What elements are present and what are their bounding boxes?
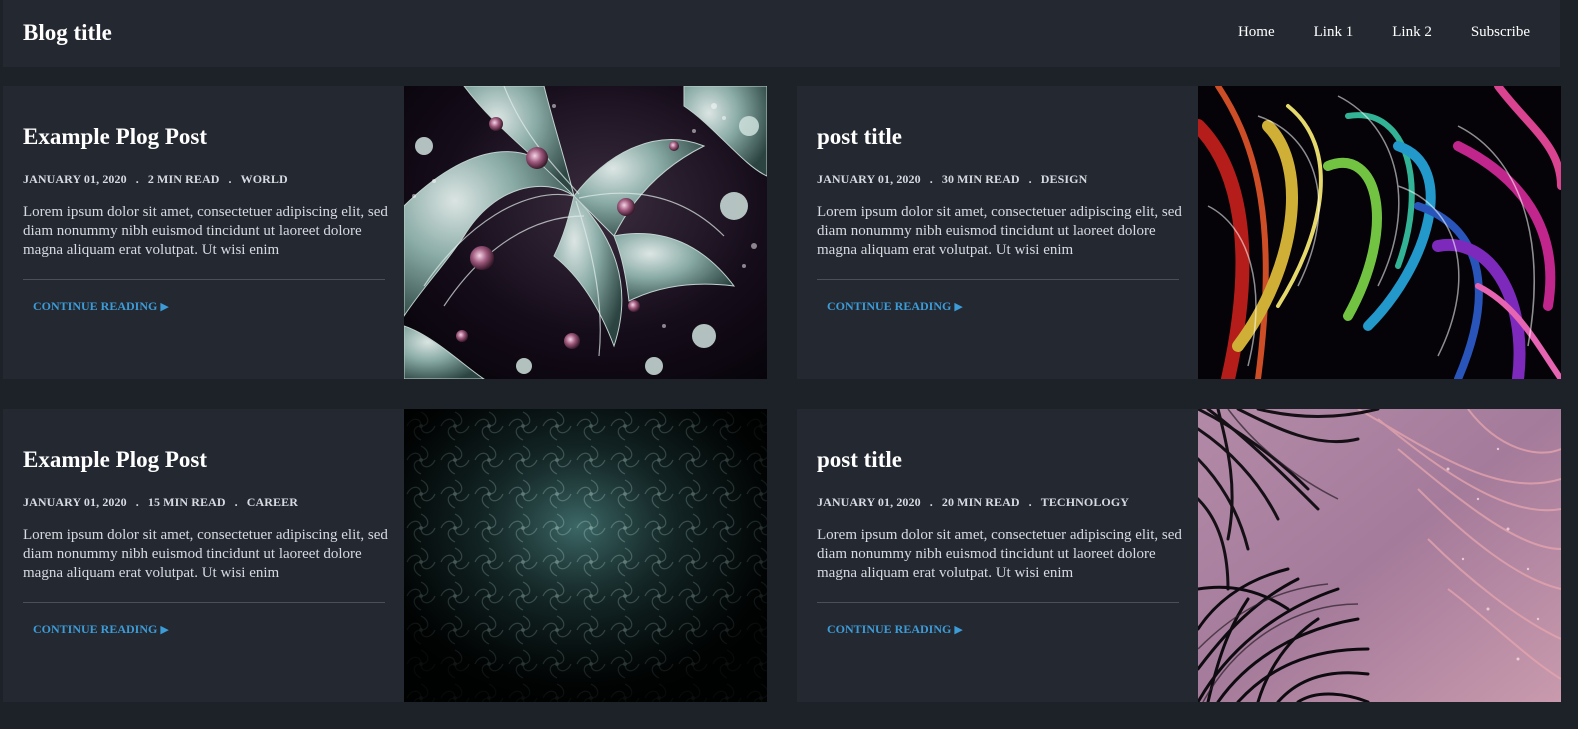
- post-card: Example Plog Post JANUARY 01, 2020. 15 MI…: [3, 409, 767, 702]
- post-title[interactable]: Example Plog Post: [23, 124, 207, 150]
- post-meta: JANUARY 01, 2020. 20 MIN READ. TECHNOLOGY: [817, 495, 1129, 510]
- post-thumbnail[interactable]: [1198, 86, 1561, 379]
- post-title[interactable]: post title: [817, 447, 902, 473]
- continue-reading-label: CONTINUE READING: [33, 622, 158, 636]
- post-title[interactable]: Example Plog Post: [23, 447, 207, 473]
- post-meta: JANUARY 01, 2020. 15 MIN READ. CAREER: [23, 495, 298, 510]
- blog-page: Blog title Home Link 1 Link 2 Subscribe …: [0, 0, 1578, 729]
- post-card-body: Example Plog Post JANUARY 01, 2020. 2 MIN…: [23, 86, 388, 379]
- meta-separator: .: [1028, 172, 1032, 186]
- post-meta: JANUARY 01, 2020. 30 MIN READ. DESIGN: [817, 172, 1087, 187]
- rainbow-smoke-image: [1198, 86, 1561, 379]
- nav-subscribe[interactable]: Subscribe: [1471, 24, 1530, 43]
- post-card: post title JANUARY 01, 2020. 20 MIN READ.…: [797, 409, 1561, 702]
- post-excerpt: Lorem ipsum dolor sit amet, consectetuer…: [23, 204, 388, 258]
- play-arrow-icon: ▶: [160, 624, 169, 636]
- pink-feathers-image: [1198, 409, 1561, 702]
- play-arrow-icon: ▶: [954, 624, 963, 636]
- fractal-image: [404, 86, 767, 379]
- play-arrow-icon: ▶: [954, 301, 963, 313]
- continue-reading-link[interactable]: CONTINUE READING ▶: [33, 299, 169, 314]
- post-excerpt: Lorem ipsum dolor sit amet, consectetuer…: [817, 527, 1182, 581]
- blog-title[interactable]: Blog title: [23, 20, 112, 48]
- meta-separator: .: [135, 495, 139, 509]
- post-thumbnail[interactable]: [1198, 409, 1561, 702]
- meta-separator: .: [1028, 495, 1032, 509]
- post-read-time: 20 MIN READ: [941, 495, 1020, 509]
- post-date: JANUARY 01, 2020: [817, 172, 921, 186]
- post-category[interactable]: DESIGN: [1041, 172, 1088, 186]
- post-date: JANUARY 01, 2020: [817, 495, 921, 509]
- post-divider: [817, 279, 1179, 280]
- post-category[interactable]: CAREER: [247, 495, 298, 509]
- main-nav: Home Link 1 Link 2 Subscribe: [1238, 24, 1530, 43]
- post-thumbnail[interactable]: [404, 409, 767, 702]
- post-read-time: 30 MIN READ: [941, 172, 1020, 186]
- nav-home[interactable]: Home: [1238, 24, 1275, 43]
- continue-reading-label: CONTINUE READING: [33, 299, 158, 313]
- meta-separator: .: [228, 172, 232, 186]
- post-meta: JANUARY 01, 2020. 2 MIN READ. WORLD: [23, 172, 288, 187]
- post-divider: [23, 279, 385, 280]
- nav-link-2[interactable]: Link 2: [1392, 24, 1432, 43]
- post-excerpt: Lorem ipsum dolor sit amet, consectetuer…: [817, 204, 1182, 258]
- post-card-body: post title JANUARY 01, 2020. 30 MIN READ.…: [817, 86, 1182, 379]
- post-thumbnail[interactable]: [404, 86, 767, 379]
- continue-reading-label: CONTINUE READING: [827, 622, 952, 636]
- post-divider: [817, 602, 1179, 603]
- nav-link-1[interactable]: Link 1: [1314, 24, 1354, 43]
- site-header: Blog title Home Link 1 Link 2 Subscribe: [3, 0, 1560, 67]
- post-divider: [23, 602, 385, 603]
- meta-separator: .: [234, 495, 238, 509]
- post-card: Example Plog Post JANUARY 01, 2020. 2 MIN…: [3, 86, 767, 379]
- post-card: post title JANUARY 01, 2020. 30 MIN READ.…: [797, 86, 1561, 379]
- post-category[interactable]: WORLD: [241, 172, 288, 186]
- post-category[interactable]: TECHNOLOGY: [1041, 495, 1129, 509]
- meta-separator: .: [929, 495, 933, 509]
- post-date: JANUARY 01, 2020: [23, 495, 127, 509]
- continue-reading-link[interactable]: CONTINUE READING ▶: [827, 622, 963, 637]
- continue-reading-link[interactable]: CONTINUE READING ▶: [827, 299, 963, 314]
- post-card-body: Example Plog Post JANUARY 01, 2020. 15 MI…: [23, 409, 388, 702]
- meta-separator: .: [135, 172, 139, 186]
- continue-reading-link[interactable]: CONTINUE READING ▶: [33, 622, 169, 637]
- continue-reading-label: CONTINUE READING: [827, 299, 952, 313]
- meta-separator: .: [929, 172, 933, 186]
- post-excerpt: Lorem ipsum dolor sit amet, consectetuer…: [23, 527, 388, 581]
- post-card-body: post title JANUARY 01, 2020. 20 MIN READ.…: [817, 409, 1182, 702]
- dark-damask-image: [404, 409, 767, 702]
- post-read-time: 2 MIN READ: [147, 172, 220, 186]
- play-arrow-icon: ▶: [160, 301, 169, 313]
- post-date: JANUARY 01, 2020: [23, 172, 127, 186]
- post-title[interactable]: post title: [817, 124, 902, 150]
- post-read-time: 15 MIN READ: [147, 495, 226, 509]
